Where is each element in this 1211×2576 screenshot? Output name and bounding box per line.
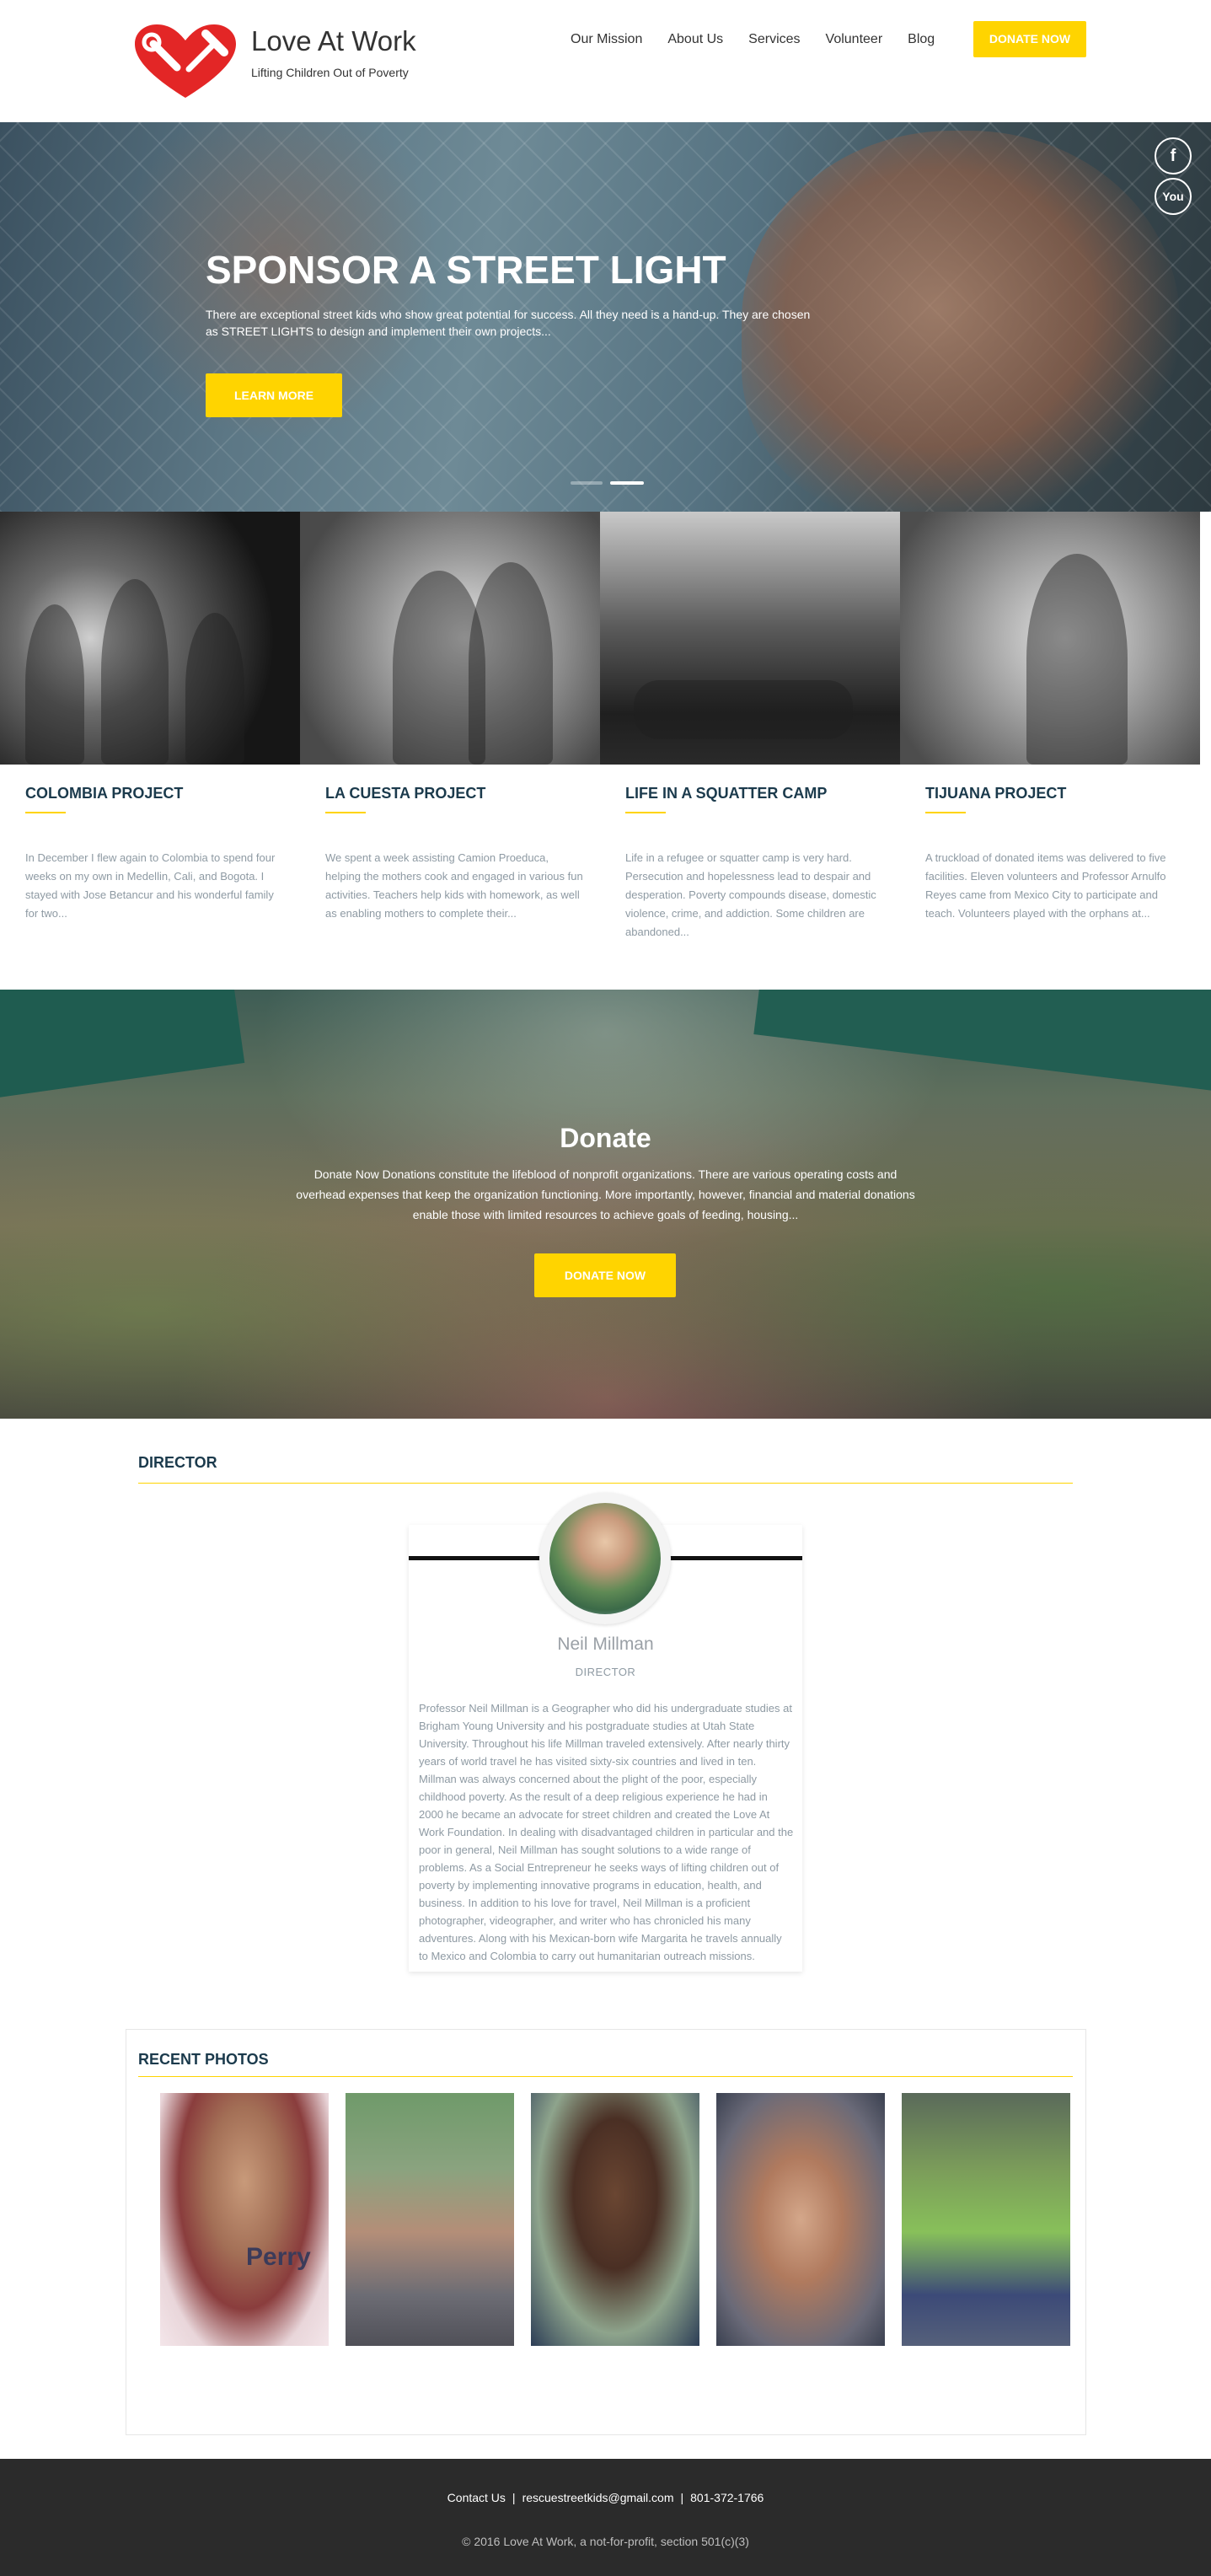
recent-photos-section: RECENT PHOTOS Perry (0, 2026, 1211, 2459)
heart-tools-logo[interactable] (133, 24, 238, 99)
brand-tagline: Lifting Children Out of Poverty (251, 66, 409, 79)
recent-photo-2[interactable] (346, 2093, 514, 2346)
facebook-icon[interactable]: f (1155, 137, 1192, 174)
recent-photo-5[interactable] (902, 2093, 1070, 2346)
contact-us-link[interactable]: Contact Us (447, 2491, 506, 2504)
nav-volunteer[interactable]: Volunteer (826, 32, 883, 47)
nav-blog[interactable]: Blog (908, 32, 935, 47)
project-card-squatter-camp[interactable]: LIFE IN A SQUATTER CAMP Life in a refuge… (600, 512, 900, 990)
project-image-tijuana[interactable] (900, 512, 1200, 765)
project-title[interactable]: TIJUANA PROJECT (925, 785, 1066, 802)
title-divider (325, 812, 366, 813)
recent-photo-1[interactable]: Perry (160, 2093, 329, 2346)
hero-text: There are exceptional street kids who sh… (206, 308, 811, 338)
project-title[interactable]: LIFE IN A SQUATTER CAMP (625, 785, 827, 802)
project-image-colombia[interactable] (0, 512, 300, 765)
project-card-tijuana[interactable]: TIJUANA PROJECT A truckload of donated i… (900, 512, 1200, 990)
title-divider (925, 812, 966, 813)
section-divider (138, 2076, 1073, 2077)
email-link[interactable]: rescuestreetkids@gmail.com (522, 2491, 674, 2504)
projects-section: COLOMBIA PROJECT In December I flew agai… (0, 512, 1211, 990)
learn-more-button[interactable]: LEARN MORE (206, 373, 342, 417)
nav-about-us[interactable]: About Us (667, 32, 723, 47)
section-divider (138, 1483, 1073, 1484)
youtube-icon[interactable]: You (1155, 178, 1192, 215)
project-excerpt: Life in a refugee or squatter camp is ve… (625, 851, 876, 938)
director-heading: DIRECTOR (138, 1454, 217, 1471)
donate-now-button[interactable]: DONATE NOW (534, 1253, 676, 1297)
project-excerpt: We spent a week assisting Camion Proeduc… (325, 851, 583, 920)
copyright: © 2016 Love At Work, a not-for-profit, s… (462, 2535, 749, 2548)
footer-contact-line: Contact Us | rescuestreetkids@gmail.com | 80… (0, 2491, 1211, 2504)
hero-slider: SPONSOR A STREET LIGHT There are excepti… (0, 122, 1211, 512)
director-bio: Professor Neil Millman is a Geographer w… (419, 1702, 794, 1962)
project-image-squatter-camp[interactable] (600, 512, 900, 765)
project-card-la-cuesta[interactable]: LA CUESTA PROJECT We spent a week assist… (300, 512, 600, 990)
main-nav: Our Mission About Us Services Volunteer … (571, 32, 960, 47)
slider-dot-2-active[interactable] (610, 481, 644, 485)
donate-text: Donate Now Donations constitute the life… (296, 1167, 915, 1221)
site-footer: Contact Us | rescuestreetkids@gmail.com | 80… (0, 2459, 1211, 2576)
separator: | (680, 2491, 684, 2504)
donate-title: Donate (560, 1123, 651, 1153)
director-name: Neil Millman (557, 1634, 654, 1654)
separator: | (512, 2491, 516, 2504)
shirt-text: Perry (246, 2243, 311, 2271)
project-excerpt: A truckload of donated items was deliver… (925, 851, 1166, 920)
phone-number[interactable]: 801-372-1766 (690, 2491, 764, 2504)
recent-photo-4[interactable] (716, 2093, 885, 2346)
donate-section: Donate Donate Now Donations constitute t… (0, 990, 1211, 1419)
site-header: Love At Work Lifting Children Out of Pov… (0, 0, 1211, 122)
nav-services[interactable]: Services (748, 32, 800, 47)
title-divider (625, 812, 666, 813)
hero-title: SPONSOR A STREET LIGHT (206, 248, 726, 292)
background-canopy (753, 990, 1211, 1097)
project-card-colombia[interactable]: COLOMBIA PROJECT In December I flew agai… (0, 512, 300, 990)
background-canopy (0, 990, 245, 1101)
header-donate-button[interactable]: DONATE NOW (973, 21, 1086, 57)
recent-photos-heading: RECENT PHOTOS (138, 2051, 269, 2068)
recent-photo-3[interactable] (531, 2093, 699, 2346)
project-image-la-cuesta[interactable] (300, 512, 600, 765)
director-role: DIRECTOR (575, 1666, 636, 1678)
director-avatar (549, 1503, 661, 1614)
slider-dot-1[interactable] (571, 481, 603, 485)
project-title[interactable]: COLOMBIA PROJECT (25, 785, 183, 802)
project-title[interactable]: LA CUESTA PROJECT (325, 785, 485, 802)
project-excerpt: In December I flew again to Colombia to … (25, 851, 276, 920)
brand-title[interactable]: Love At Work (251, 25, 416, 57)
director-section: DIRECTOR Neil Millman DIRECTOR Professor… (0, 1419, 1211, 2026)
title-divider (25, 812, 66, 813)
nav-our-mission[interactable]: Our Mission (571, 32, 642, 47)
